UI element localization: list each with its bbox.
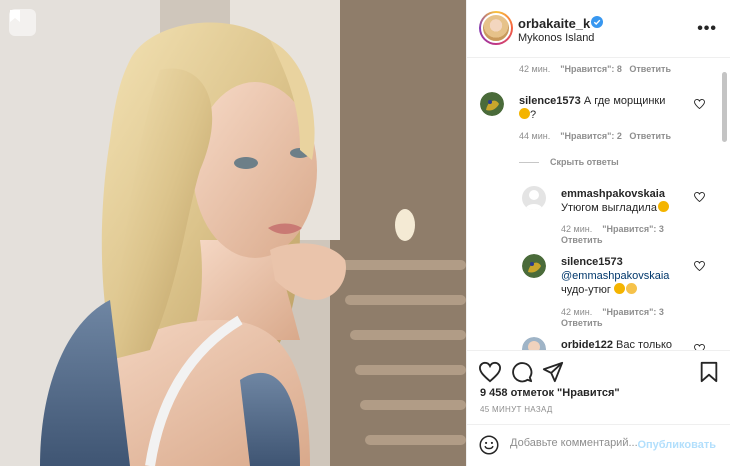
comment-likes[interactable]: "Нравится": 3 [602,224,664,234]
post-location[interactable]: Mykonos Island [518,32,594,44]
comment-time: 42 мин. [561,307,593,317]
comment-meta: 42 мин. "Нравится": 8 Ответить [519,64,671,74]
comment-icon[interactable] [511,361,533,383]
avatar[interactable] [522,254,546,278]
divider [519,162,539,163]
comment-text: Вас только [616,339,673,350]
post-side-panel: orbakaite_k Mykonos Island ••• 42 мин. "… [466,0,730,466]
comment-body: silence1573 А где морщинки ? [519,94,699,122]
comment-text-tail: ? [530,109,537,121]
post-photo[interactable] [0,0,466,466]
heart-eyes-emoji [519,108,530,119]
post-timestamp[interactable]: 45 МИНУТ НАЗАД [480,405,553,414]
comment-meta: 42 мин. "Нравится": 3 Ответить [561,224,671,246]
likes-count[interactable]: 9 458 отметок "Нравится" [480,387,620,399]
heart-icon[interactable] [694,99,705,109]
more-options-icon[interactable]: ••• [697,20,717,38]
share-icon[interactable] [542,361,564,383]
comment-likes[interactable]: "Нравится": 3 [602,307,664,317]
photo-illustration [0,0,466,466]
comment-text: чудо-утюг [561,284,611,296]
reply-button[interactable]: Ответить [561,318,603,328]
comment-username[interactable]: emmashpakovskaia [561,188,665,200]
publish-button[interactable]: Опубликовать [637,439,716,451]
comment-likes[interactable]: "Нравится": 8 [560,64,622,74]
comment-time: 44 мин. [519,131,551,141]
comment-text: А где морщинки [583,95,666,107]
avatar[interactable] [522,186,546,210]
likes-suffix: отметок "Нравится" [510,387,620,399]
bookmark-badge[interactable] [9,9,36,36]
comment-body: emmashpakovskaia Утюгом выгладила [561,187,701,215]
avatar[interactable] [480,92,504,116]
comment-username[interactable]: silence1573 [519,95,581,107]
author-username[interactable]: orbakaite_k [518,16,590,31]
comment-text: Утюгом выгладила [561,202,657,214]
author-avatar[interactable] [479,11,513,45]
comment-likes[interactable]: "Нравится": 2 [560,131,622,141]
post-header: orbakaite_k Mykonos Island ••• [467,0,730,58]
emoji-icon[interactable] [479,435,499,455]
comments-scrollbar[interactable] [722,72,727,142]
heart-icon[interactable] [694,192,705,202]
action-bar [467,350,730,390]
reply-button[interactable]: Ответить [629,131,671,141]
comment-username[interactable]: orbide122 [561,339,613,350]
heart-icon[interactable] [694,261,705,271]
comment-body: silence1573 @emmashpakovskaia чудо-утюг [561,255,701,297]
heart-eyes-emoji [613,283,625,294]
comment-composer: Опубликовать [467,424,730,466]
comment-meta: 44 мин. "Нравится": 2 Ответить [519,131,671,141]
bookmark-icon[interactable] [698,361,720,383]
comment-time: 42 мин. [561,224,593,234]
reply-button[interactable]: Ответить [629,64,671,74]
likes-number: 9 458 [480,387,508,399]
verified-icon [591,16,603,28]
mention-link[interactable]: @emmashpakovskaia [561,270,669,282]
comment-input[interactable] [510,437,640,449]
comment-body: orbide122 Вас только [561,338,701,350]
avatar[interactable] [522,337,546,350]
clap-emoji [625,283,637,294]
comments-list: 42 мин. "Нравится": 8 Ответить silence15… [467,58,730,350]
hide-replies-button[interactable]: Скрыть ответы [550,157,619,167]
heart-icon[interactable] [479,361,501,383]
comment-meta: 42 мин. "Нравится": 3 Ответить [561,307,671,329]
reply-button[interactable]: Ответить [561,235,603,245]
grin-emoji [657,201,669,212]
comment-username[interactable]: silence1573 [561,256,623,268]
bookmark-icon [10,10,20,22]
comment-time: 42 мин. [519,64,551,74]
